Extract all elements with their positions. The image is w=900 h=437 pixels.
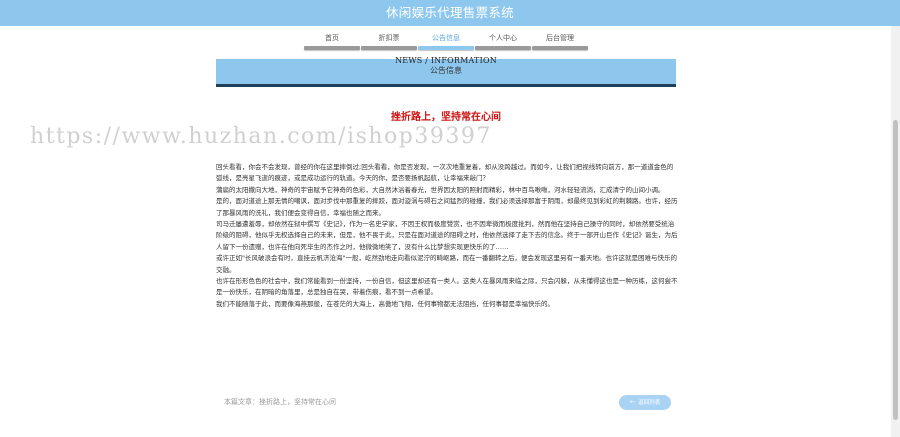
banner-title-cn: 公告信息	[430, 66, 462, 75]
nav-item-label: 公告信息	[432, 34, 460, 42]
watermark: https://www.huzhan.com/ishop39397	[30, 124, 492, 149]
nav-item-home[interactable]: 首页	[304, 34, 360, 50]
article-paragraph: 回头看看，你会不会发现，曾经的你在这里摔倒过;回头看看，你是否发现，一次次地重复…	[216, 163, 674, 183]
main-nav: 首页 折扣票 公告信息 个人中心 后台管理	[300, 34, 620, 50]
back-to-list-button[interactable]: ← 返回列表	[619, 395, 671, 410]
nav-item-label: 折扣票	[378, 34, 400, 42]
current-article-label: 本篇文章：挫折路上，坚持常在心间	[224, 398, 336, 406]
nav-item-user-center[interactable]: 个人中心	[475, 34, 531, 50]
article-paragraph: 我们不能随落于此，而要像海燕那般，在苍茫的大海上，高傲地飞翔，任何事物都无法阻挡…	[216, 299, 554, 308]
article-paragraph: 司马迁屡遭羞辱，却依然在狱中撰写《史记》，作为一名史学家，不因王权而极度赞赏，也…	[216, 220, 678, 251]
nav-item-discount-tickets[interactable]: 折扣票	[361, 34, 417, 50]
nav-underline	[418, 46, 474, 50]
article-paragraph: 是的，面对道途上那无情的嘲讽，面对步伐中那重复的摔跤，面对漩涡与碍石之间猛烈的碰…	[216, 197, 678, 217]
nav-item-admin[interactable]: 后台管理	[532, 34, 588, 50]
nav-underline	[475, 46, 531, 50]
banner-title-en: NEWS / INFORMATION	[395, 56, 497, 65]
nav-item-announcements[interactable]: 公告信息	[418, 34, 474, 50]
article-body: 回头看看，你会不会发现，曾经的你在这里摔倒过;回头看看，你是否发现，一次次地重复…	[216, 162, 678, 310]
article-title: 挫折路上，坚持常在心间	[391, 112, 501, 123]
nav-item-label: 首页	[325, 34, 339, 42]
nav-item-label: 后台管理	[546, 34, 574, 42]
article-paragraph: 蒲扁的太阳撒向大地，神奇的宇宙赋予它神奇的色彩，大自然沐浴着春光，世界因太阳的照…	[216, 185, 665, 194]
app-header: 休闲娱乐代理售票系统	[0, 0, 900, 26]
section-banner: NEWS / INFORMATION 公告信息	[216, 56, 676, 87]
nav-item-label: 个人中心	[489, 34, 517, 42]
scrollbar-thumb[interactable]	[893, 120, 898, 420]
article-paragraph: 也许在形形色色的社会中，我们常能看到一份坚持，一份自信，但这里却还有一类人。这类…	[216, 277, 678, 297]
nav-underline	[304, 46, 360, 50]
article-paragraph: 或许正如"长风破浪会有时，直挂云帆济沧海"一般，屹然劲地走向看似泥泞的畸岖路，而…	[216, 254, 677, 274]
back-button-label: 返回列表	[638, 400, 661, 406]
nav-underline	[361, 46, 417, 50]
nav-underline	[532, 46, 588, 50]
arrow-left-icon: ←	[629, 398, 636, 406]
app-title: 休闲娱乐代理售票系统	[385, 5, 514, 20]
